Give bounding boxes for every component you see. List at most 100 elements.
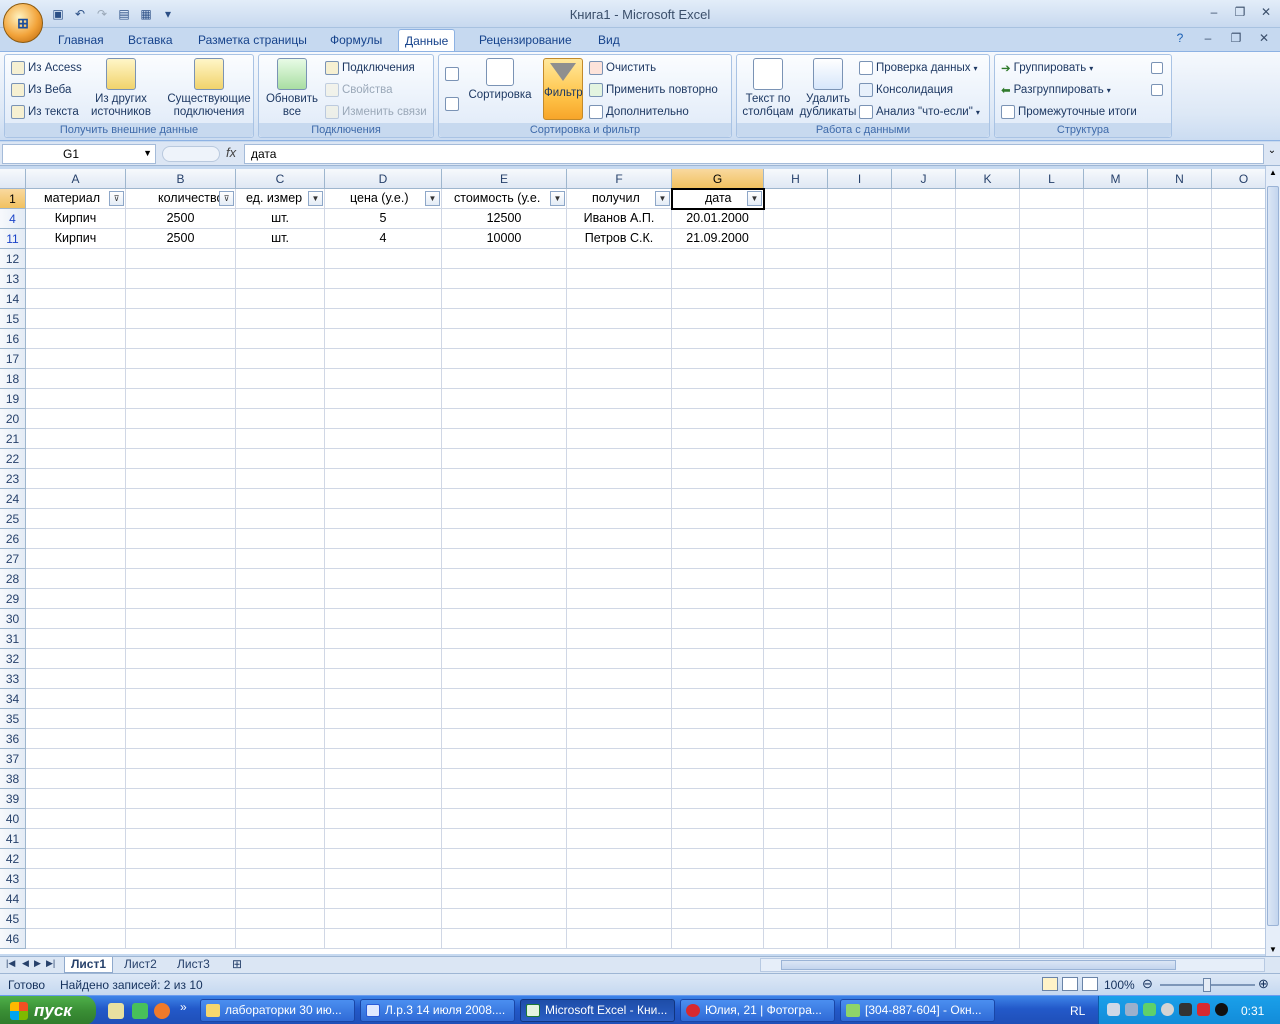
row-header-43[interactable]: 43: [0, 869, 26, 889]
cell-h4[interactable]: [764, 209, 828, 229]
cell-f45[interactable]: [567, 909, 672, 929]
cell-o35[interactable]: [1212, 709, 1265, 729]
fx-icon[interactable]: fx: [226, 145, 236, 160]
cell-o15[interactable]: [1212, 309, 1265, 329]
cell-m37[interactable]: [1084, 749, 1148, 769]
cell-c23[interactable]: [236, 469, 325, 489]
cell-o19[interactable]: [1212, 389, 1265, 409]
cell-f44[interactable]: [567, 889, 672, 909]
cell-f19[interactable]: [567, 389, 672, 409]
cell-m13[interactable]: [1084, 269, 1148, 289]
cell-o46[interactable]: [1212, 929, 1265, 949]
cell-j12[interactable]: [892, 249, 956, 269]
cell-f31[interactable]: [567, 629, 672, 649]
cell-l27[interactable]: [1020, 549, 1084, 569]
cell-o13[interactable]: [1212, 269, 1265, 289]
cell-j20[interactable]: [892, 409, 956, 429]
cell-k18[interactable]: [956, 369, 1020, 389]
cell-c22[interactable]: [236, 449, 325, 469]
cell-d18[interactable]: [325, 369, 442, 389]
cell-a19[interactable]: [26, 389, 126, 409]
cell-g19[interactable]: [672, 389, 764, 409]
cell-n29[interactable]: [1148, 589, 1212, 609]
cell-g42[interactable]: [672, 849, 764, 869]
cell-i46[interactable]: [828, 929, 892, 949]
cell-e11[interactable]: 10000: [442, 229, 567, 249]
cell-k24[interactable]: [956, 489, 1020, 509]
cell-m11[interactable]: [1084, 229, 1148, 249]
cell-k29[interactable]: [956, 589, 1020, 609]
cell-k11[interactable]: [956, 229, 1020, 249]
row-header-26[interactable]: 26: [0, 529, 26, 549]
cell-a41[interactable]: [26, 829, 126, 849]
row-header-12[interactable]: 12: [0, 249, 26, 269]
cell-a34[interactable]: [26, 689, 126, 709]
cell-i14[interactable]: [828, 289, 892, 309]
cell-d43[interactable]: [325, 869, 442, 889]
cell-f32[interactable]: [567, 649, 672, 669]
cell-a4[interactable]: Кирпич: [26, 209, 126, 229]
cell-f11[interactable]: Петров С.К.: [567, 229, 672, 249]
row-header-39[interactable]: 39: [0, 789, 26, 809]
cell-j43[interactable]: [892, 869, 956, 889]
cell-f36[interactable]: [567, 729, 672, 749]
cell-g31[interactable]: [672, 629, 764, 649]
cell-c43[interactable]: [236, 869, 325, 889]
first-sheet-icon[interactable]: |◀: [6, 958, 15, 969]
column-header-f[interactable]: F: [567, 169, 672, 189]
name-box[interactable]: G1 ▼: [2, 144, 156, 164]
cell-o24[interactable]: [1212, 489, 1265, 509]
column-header-a[interactable]: A: [26, 169, 126, 189]
sort-button[interactable]: Сортировка: [465, 58, 535, 102]
cell-k19[interactable]: [956, 389, 1020, 409]
row-header-45[interactable]: 45: [0, 909, 26, 929]
cell-a11[interactable]: Кирпич: [26, 229, 126, 249]
cell-n25[interactable]: [1148, 509, 1212, 529]
cell-k12[interactable]: [956, 249, 1020, 269]
help-icon[interactable]: ?: [1172, 30, 1188, 46]
column-header-e[interactable]: E: [442, 169, 567, 189]
cell-c19[interactable]: [236, 389, 325, 409]
cell-e21[interactable]: [442, 429, 567, 449]
cell-l16[interactable]: [1020, 329, 1084, 349]
cell-i43[interactable]: [828, 869, 892, 889]
cell-c17[interactable]: [236, 349, 325, 369]
cell-e40[interactable]: [442, 809, 567, 829]
cell-f16[interactable]: [567, 329, 672, 349]
cell-b18[interactable]: [126, 369, 236, 389]
select-all-corner[interactable]: [0, 169, 26, 189]
close-icon[interactable]: ✕: [1258, 4, 1274, 20]
row-header-11[interactable]: 11: [0, 229, 26, 249]
cell-g25[interactable]: [672, 509, 764, 529]
cell-o40[interactable]: [1212, 809, 1265, 829]
cell-c31[interactable]: [236, 629, 325, 649]
cell-a17[interactable]: [26, 349, 126, 369]
cell-h14[interactable]: [764, 289, 828, 309]
cell-f37[interactable]: [567, 749, 672, 769]
doc-close-icon[interactable]: ✕: [1256, 30, 1272, 46]
cell-e20[interactable]: [442, 409, 567, 429]
cell-l15[interactable]: [1020, 309, 1084, 329]
cell-e33[interactable]: [442, 669, 567, 689]
cell-d39[interactable]: [325, 789, 442, 809]
cell-k41[interactable]: [956, 829, 1020, 849]
cell-m22[interactable]: [1084, 449, 1148, 469]
cell-o39[interactable]: [1212, 789, 1265, 809]
cell-m21[interactable]: [1084, 429, 1148, 449]
cell-k44[interactable]: [956, 889, 1020, 909]
cell-a21[interactable]: [26, 429, 126, 449]
cell-e43[interactable]: [442, 869, 567, 889]
cell-b14[interactable]: [126, 289, 236, 309]
cell-m1[interactable]: [1084, 189, 1148, 209]
cell-a33[interactable]: [26, 669, 126, 689]
cell-j37[interactable]: [892, 749, 956, 769]
row-header-40[interactable]: 40: [0, 809, 26, 829]
cell-b16[interactable]: [126, 329, 236, 349]
row-header-31[interactable]: 31: [0, 629, 26, 649]
cell-b46[interactable]: [126, 929, 236, 949]
cell-f41[interactable]: [567, 829, 672, 849]
edit-links-button[interactable]: Изменить связи: [325, 103, 427, 121]
show-detail-button[interactable]: [1151, 59, 1163, 77]
cell-a40[interactable]: [26, 809, 126, 829]
cell-j24[interactable]: [892, 489, 956, 509]
